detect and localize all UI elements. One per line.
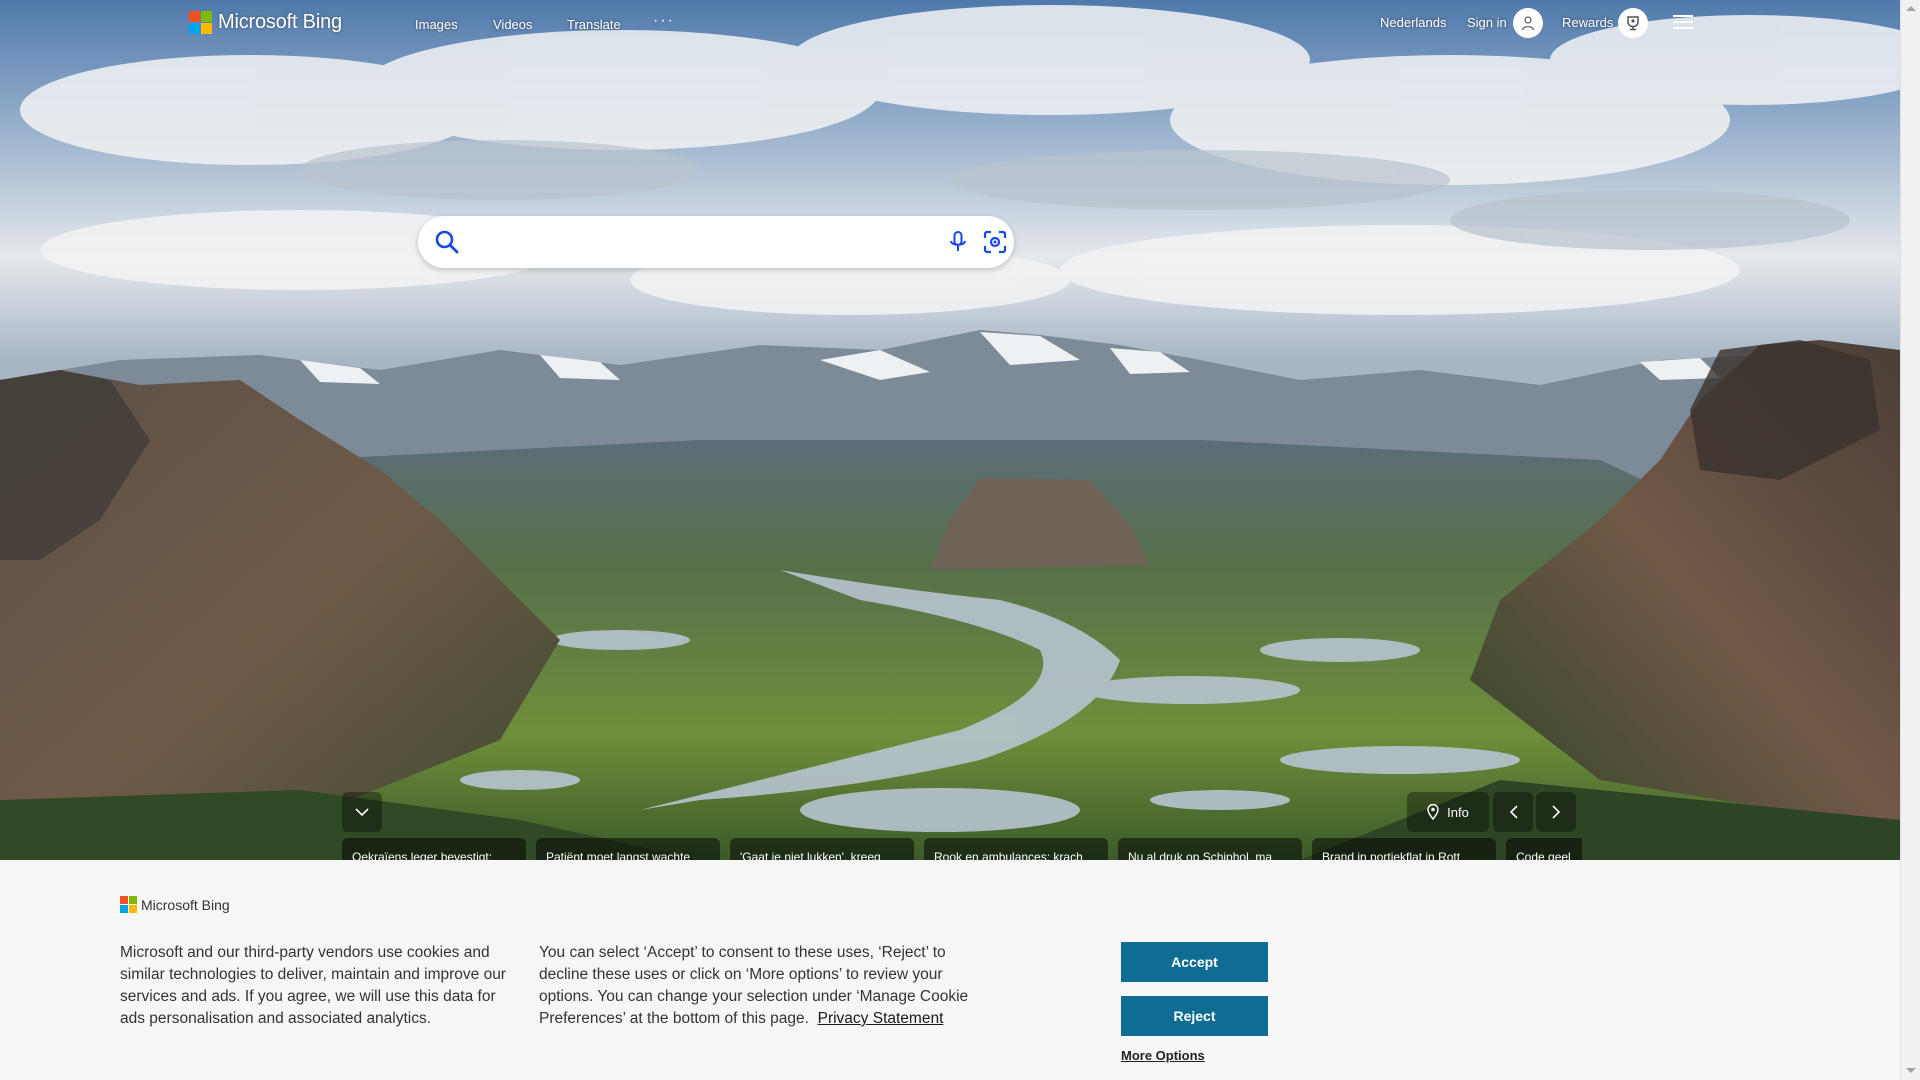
user-icon[interactable] [1513, 8, 1543, 38]
chevron-down-icon [355, 807, 369, 816]
microphone-icon[interactable] [945, 229, 971, 255]
nav-images[interactable]: Images [415, 17, 458, 32]
chevron-left-icon [1509, 805, 1518, 819]
microsoft-logo-icon [189, 11, 212, 34]
info-button[interactable]: Info [1407, 792, 1489, 832]
news-carousel: Oekraïens leger bevestigt: Patiënt moet … [342, 838, 1582, 860]
scroll-up-arrow-icon[interactable] [1906, 6, 1916, 11]
info-label: Info [1447, 804, 1469, 820]
search-input[interactable] [478, 226, 898, 258]
cookie-bing-logo: Microsoft Bing [120, 896, 230, 913]
browser-viewport: Microsoft Bing Images Videos Translate ·… [0, 0, 1900, 1080]
vertical-scrollbar[interactable] [1900, 0, 1920, 1080]
rewards-link[interactable]: Rewards [1562, 15, 1613, 30]
news-item[interactable]: Code geel [1506, 838, 1582, 860]
rewards-trophy-icon[interactable] [1618, 8, 1648, 38]
news-item[interactable]: 'Gaat je niet lukken', kreeg [730, 838, 914, 860]
more-options-link[interactable]: More Options [1121, 1048, 1205, 1063]
news-item[interactable]: Rook en ambulances: krach [924, 838, 1108, 860]
news-item[interactable]: Brand in portiekflat in Rott [1312, 838, 1496, 860]
chevron-right-icon [1551, 805, 1560, 819]
language-link[interactable]: Nederlands [1380, 15, 1447, 30]
bing-logo[interactable]: Microsoft Bing [189, 11, 342, 34]
cookie-consent-banner: Microsoft Bing Microsoft and our third-p… [0, 860, 1900, 1080]
microsoft-logo-icon [120, 896, 137, 913]
background-image [0, 0, 1900, 860]
cookie-logo-text: Microsoft Bing [141, 896, 230, 913]
nav-videos[interactable]: Videos [493, 17, 533, 32]
privacy-statement-link[interactable]: Privacy Statement [818, 1010, 944, 1027]
landscape-illustration [0, 0, 1900, 860]
sign-in-link[interactable]: Sign in [1467, 15, 1507, 30]
scroll-down-arrow-icon[interactable] [1906, 1068, 1916, 1073]
accept-button[interactable]: Accept [1121, 942, 1268, 982]
next-image-button[interactable] [1536, 792, 1576, 832]
cookie-text-primary: Microsoft and our third-party vendors us… [120, 944, 506, 1027]
search-icon[interactable] [434, 229, 460, 255]
location-pin-icon [1427, 804, 1439, 820]
search-box [418, 216, 1014, 268]
more-menu-button[interactable]: ··· [653, 12, 675, 30]
news-item[interactable]: Patiënt moet langst wachte [536, 838, 720, 860]
hamburger-menu-icon[interactable] [1673, 15, 1693, 30]
top-header: Microsoft Bing Images Videos Translate ·… [0, 0, 1900, 46]
news-item[interactable]: Nu al druk op Schiphol, ma [1118, 838, 1302, 860]
news-item[interactable]: Oekraïens leger bevestigt: [342, 838, 526, 860]
reject-button[interactable]: Reject [1121, 996, 1268, 1036]
previous-image-button[interactable] [1493, 792, 1533, 832]
logo-text: Microsoft Bing [218, 11, 342, 33]
visual-search-icon[interactable] [982, 229, 1008, 255]
scroll-down-button[interactable] [342, 792, 382, 832]
cookie-text-secondary: You can select ‘Accept’ to consent to th… [539, 942, 999, 1030]
nav-translate[interactable]: Translate [567, 17, 621, 32]
